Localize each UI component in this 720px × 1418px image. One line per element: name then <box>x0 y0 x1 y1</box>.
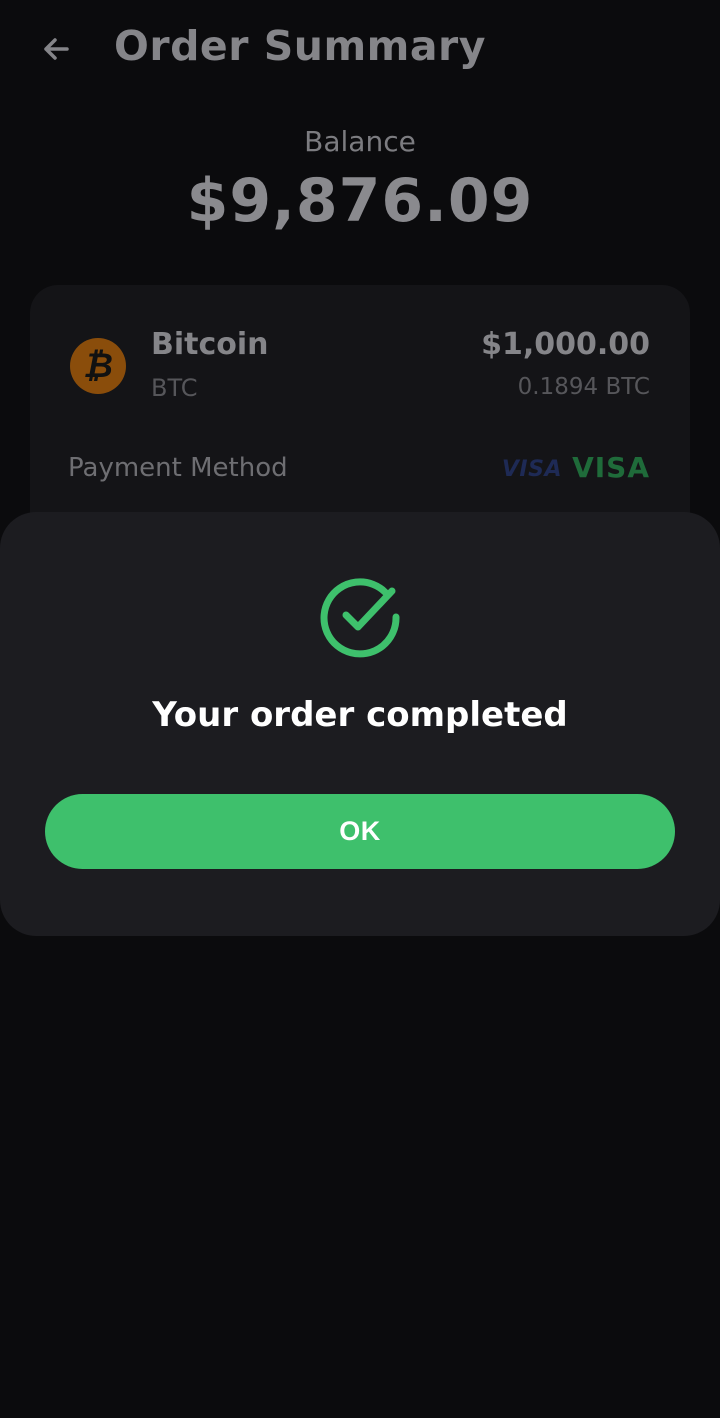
bitcoin-symbol: ₿ <box>83 346 113 386</box>
order-quantity: 0.1894 BTC <box>517 374 650 400</box>
check-circle-icon <box>320 578 400 658</box>
page-title: Order Summary <box>114 22 486 70</box>
balance-value: $9,876.09 <box>186 166 534 236</box>
balance-label: Balance <box>304 125 416 158</box>
bitcoin-icon: ₿ <box>70 338 126 394</box>
order-amount: $1,000.00 <box>481 327 650 362</box>
arrow-left-icon[interactable] <box>38 31 74 67</box>
coin-name: Bitcoin <box>151 327 269 362</box>
ok-button[interactable]: OK <box>45 794 675 869</box>
visa-logo: VISA <box>501 457 562 482</box>
payment-method-value: VISA <box>572 451 650 484</box>
payment-method-label: Payment Method <box>68 453 288 483</box>
header: Order Summary <box>0 0 720 100</box>
coin-ticker: BTC <box>151 374 198 402</box>
dialog-message: Your order completed <box>152 695 568 735</box>
order-summary-screen: Order Summary Balance $9,876.09 ₿ Bitcoi… <box>0 0 720 1418</box>
order-completed-dialog: Your order completed OK <box>0 512 720 936</box>
